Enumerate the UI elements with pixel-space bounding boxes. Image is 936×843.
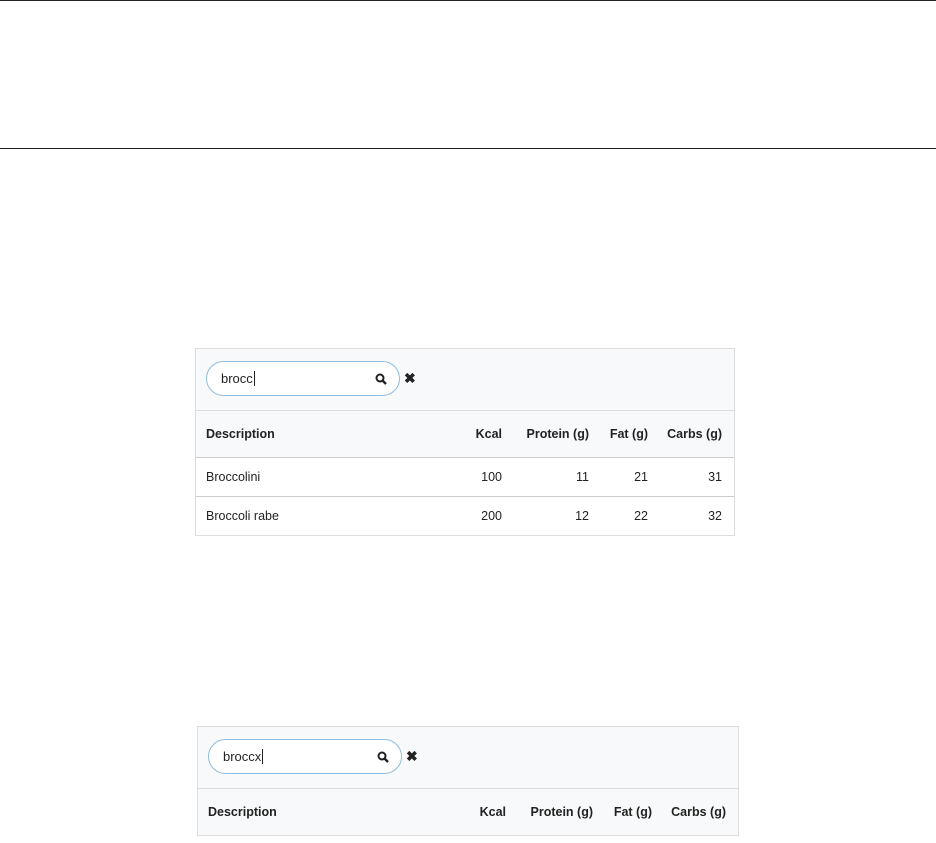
table-header: Description Kcal Protein (g) Fat (g) Car…: [196, 411, 734, 458]
search-input[interactable]: broccx: [208, 739, 402, 774]
col-kcal[interactable]: Kcal: [456, 789, 518, 835]
col-protein[interactable]: Protein (g): [518, 789, 605, 835]
col-carbs[interactable]: Carbs (g): [664, 789, 738, 835]
cell-description: Broccolini: [196, 457, 452, 497]
food-search-table-2: broccx ✖ Description Kcal Protein (g) Fa…: [197, 726, 739, 836]
col-fat[interactable]: Fat (g): [605, 789, 664, 835]
col-description[interactable]: Description: [198, 789, 456, 835]
cell-fat: 22: [634, 509, 648, 523]
col-fat[interactable]: Fat (g): [601, 411, 660, 458]
close-icon[interactable]: ✖: [406, 747, 418, 765]
cell-fat: 21: [601, 457, 660, 497]
cell-protein: 12: [575, 509, 589, 523]
search-icon[interactable]: [375, 372, 387, 390]
table-row[interactable]: Broccolini 100 11 21 31: [196, 457, 734, 497]
col-description[interactable]: Description: [196, 411, 452, 458]
search-value[interactable]: brocc: [221, 371, 255, 386]
table-header: Description Kcal Protein (g) Fat (g) Car…: [198, 789, 738, 835]
search-icon[interactable]: [377, 750, 389, 768]
search-toolbar: brocc ✖: [196, 349, 734, 411]
cell-kcal: 200: [481, 509, 502, 523]
table-row[interactable]: Broccoli rabe 200 12 22 32: [196, 497, 734, 536]
cell-carbs: 32: [708, 509, 722, 523]
search-toolbar: broccx ✖: [198, 727, 738, 789]
cell-description: Broccoli rabe: [206, 509, 279, 523]
cell-carbs: 31: [660, 457, 734, 497]
cell-kcal: 100: [452, 457, 514, 497]
food-search-table-1: brocc ✖ Description Kcal Protein (g) Fat…: [195, 348, 735, 536]
results-table: Description Kcal Protein (g) Fat (g) Car…: [198, 789, 738, 835]
search-value[interactable]: broccx: [223, 749, 264, 764]
top-divider: [0, 0, 936, 1]
col-protein[interactable]: Protein (g): [514, 411, 601, 458]
cell-protein: 11: [514, 457, 601, 497]
search-input[interactable]: brocc: [206, 361, 400, 396]
results-table: Description Kcal Protein (g) Fat (g) Car…: [196, 411, 734, 535]
col-kcal[interactable]: Kcal: [452, 411, 514, 458]
section-divider: [0, 148, 936, 149]
close-icon[interactable]: ✖: [404, 369, 416, 387]
col-carbs[interactable]: Carbs (g): [660, 411, 734, 458]
